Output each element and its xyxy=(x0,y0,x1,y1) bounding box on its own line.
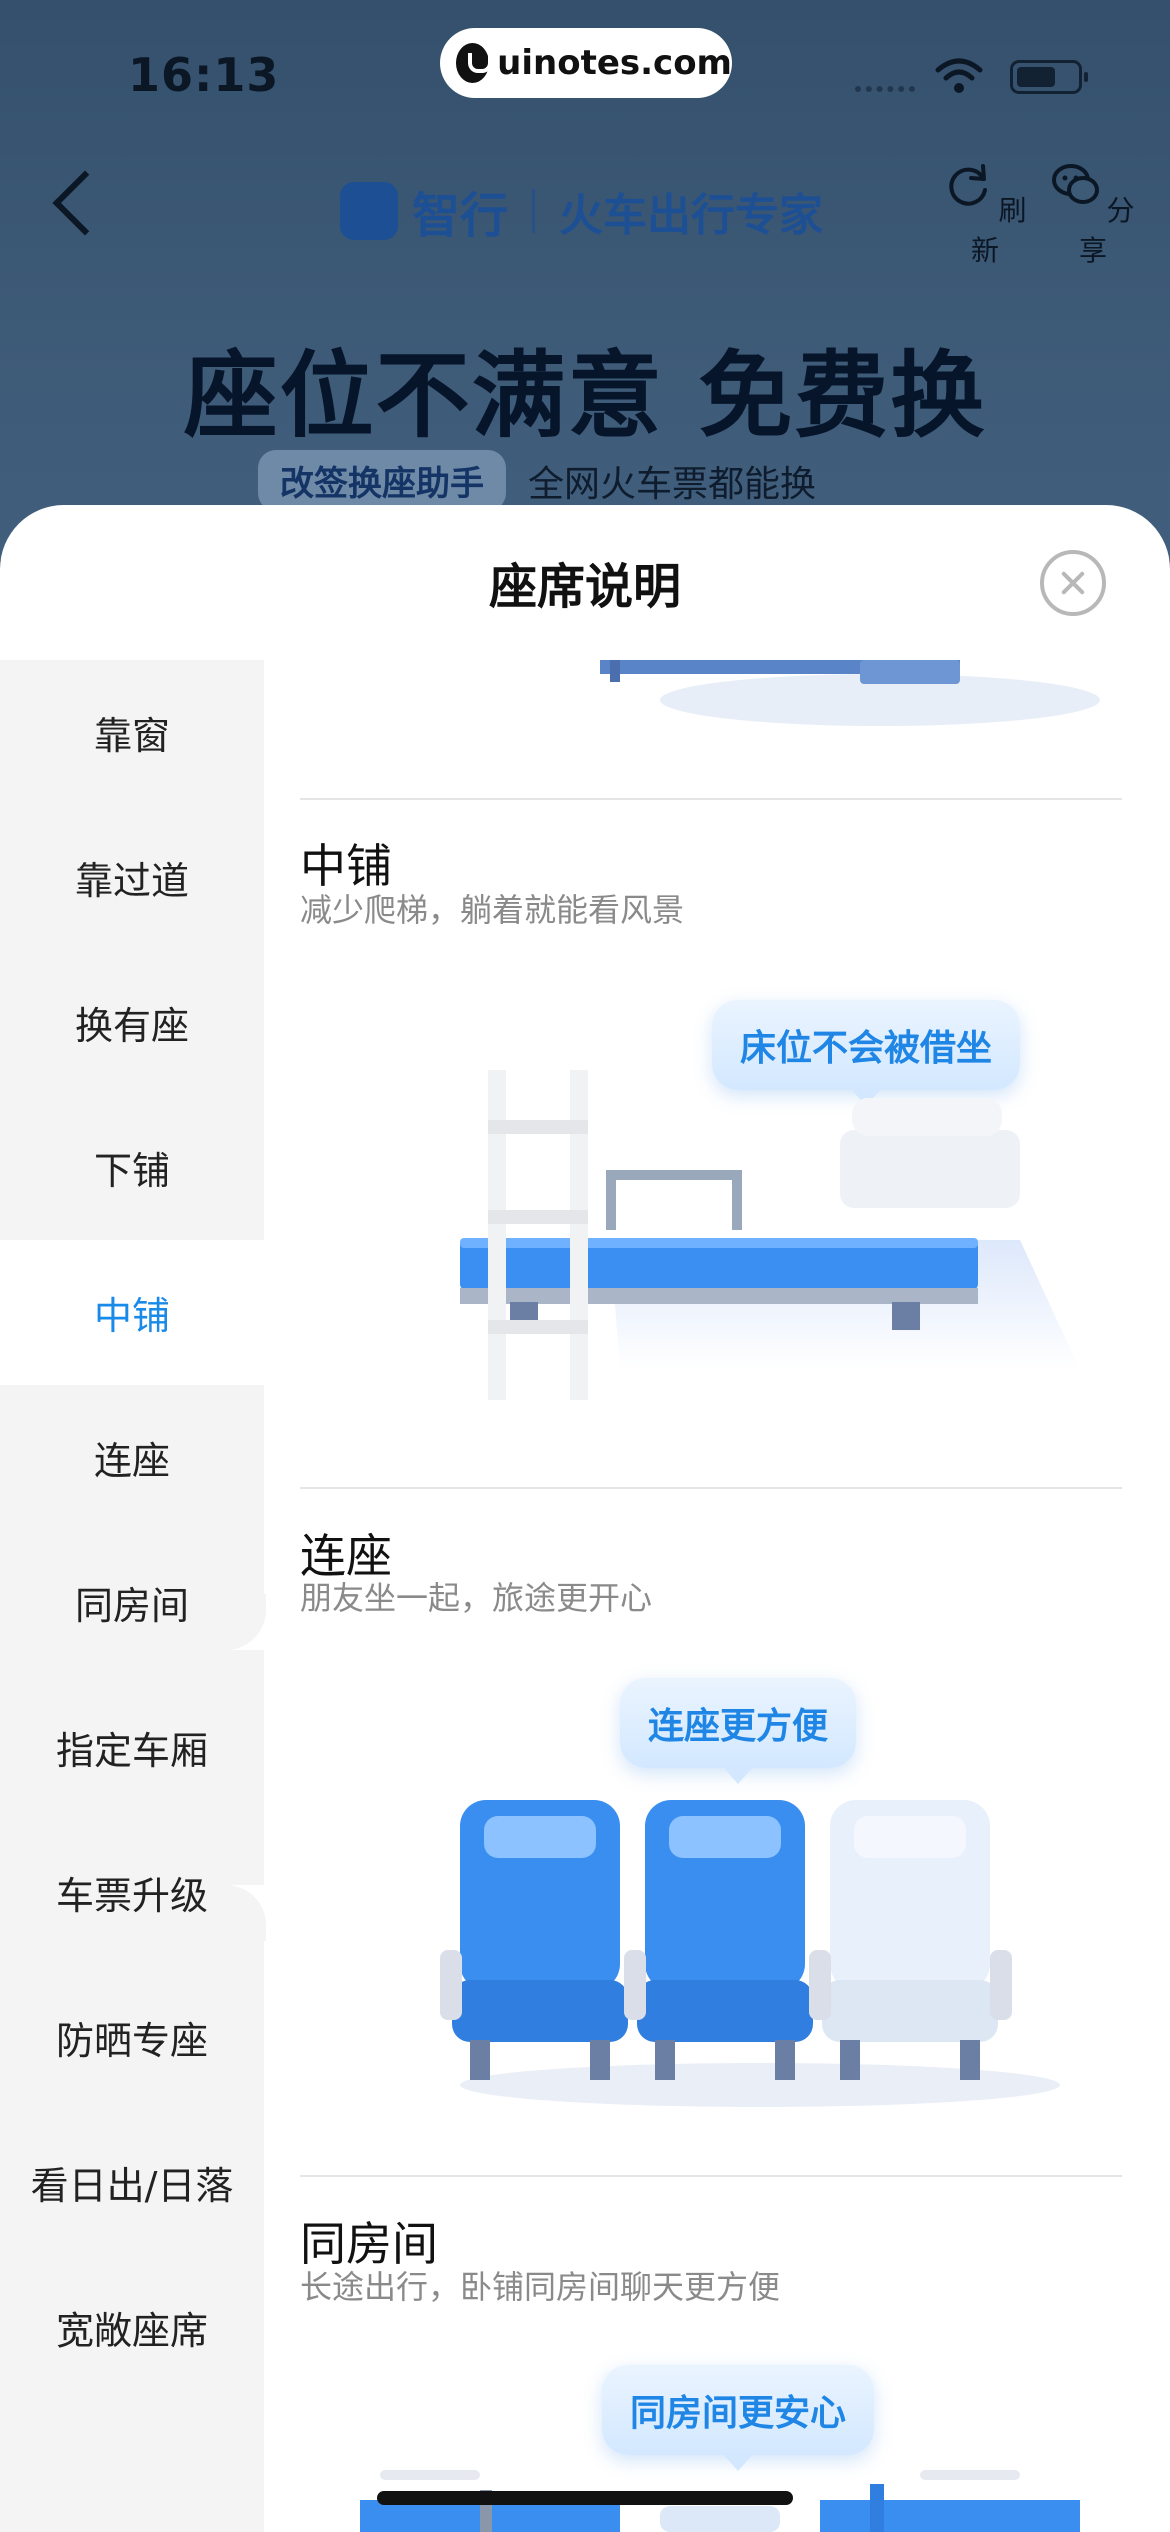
uinotes-logo-icon xyxy=(456,43,493,83)
adjacent-seats-illustration xyxy=(440,1800,1060,2107)
section-divider xyxy=(300,1487,1122,1489)
sidebar-item-designated-car[interactable]: 指定车厢 xyxy=(0,1675,264,1820)
sidebar-item-get-seat[interactable]: 换有座 xyxy=(0,950,264,1095)
sidebar-item-window[interactable]: 靠窗 xyxy=(0,660,264,805)
brand-name: 智行 xyxy=(412,188,509,244)
share-button[interactable]: 分享 xyxy=(1043,160,1143,269)
banner-subtext: 全网火车票都能换 xyxy=(528,463,817,505)
banner-subline: 改签换座助手 全网火车票都能换 xyxy=(258,450,816,511)
sidebar-corner xyxy=(210,1885,266,1941)
cellular-signal-icon xyxy=(855,86,915,94)
sidebar-item-adjacent-seats[interactable]: 连座 xyxy=(0,1385,264,1530)
sidebar-corner xyxy=(210,1594,266,1650)
sidebar-item-aisle[interactable]: 靠过道 xyxy=(0,805,264,950)
banner-chip: 改签换座助手 xyxy=(258,450,506,511)
bubble-same-room: 同房间更安心 xyxy=(602,2365,875,2471)
back-chevron-icon[interactable] xyxy=(52,170,118,236)
battery-icon xyxy=(1010,60,1088,94)
close-icon[interactable] xyxy=(1040,550,1106,616)
middle-berth-illustration xyxy=(460,1070,1080,1400)
sidebar-item-spacious-seat[interactable]: 宽敞座席 xyxy=(0,2255,264,2400)
bubble-adjacent-seats: 连座更方便 xyxy=(620,1678,857,1784)
status-time: 16:13 xyxy=(128,48,280,102)
sidebar-item-middle-berth[interactable]: 中铺 xyxy=(0,1240,264,1385)
section-desc-middle-berth: 减少爬梯，躺着就能看风景 xyxy=(300,891,685,929)
section-desc-adjacent-seats: 朋友坐一起，旅途更开心 xyxy=(300,1579,653,1617)
refresh-button[interactable]: 刷新 xyxy=(935,160,1035,269)
wechat-icon xyxy=(1052,164,1100,204)
brand-tagline: 火车出行专家 xyxy=(559,190,824,241)
section-divider xyxy=(300,2175,1122,2177)
seat-info-sheet: 座席说明 靠窗 靠过道 换有座 下铺 中铺 连座 同房间 指定车厢 车票升级 防… xyxy=(0,505,1170,2532)
sheet-title: 座席说明 xyxy=(488,559,681,615)
section-divider xyxy=(300,798,1122,800)
sidebar-item-sunrise-sunset[interactable]: 看日出/日落 xyxy=(0,2110,264,2255)
brand-header: 智行 火车出行专家 xyxy=(340,176,823,246)
wifi-icon xyxy=(935,58,983,93)
sidebar-item-lower-berth[interactable]: 下铺 xyxy=(0,1095,264,1240)
banner-headline: 座位不满意 免费换 xyxy=(183,342,987,451)
seat-detail-content: 中铺 减少爬梯，躺着就能看风景 床位不会被借坐 连座 朋友坐一起，旅途更开心 连… xyxy=(300,660,1122,2532)
url-text: uinotes.com xyxy=(497,43,732,83)
brand-divider xyxy=(532,189,536,233)
background-page: 16:13 uinotes.com 智行 火车出行专家 刷新 分享 座位不满意 … xyxy=(0,0,1170,560)
url-pill: uinotes.com xyxy=(440,28,732,98)
zhixing-logo-icon xyxy=(340,182,398,240)
lower-berth-illustration xyxy=(600,660,1100,726)
refresh-icon xyxy=(949,164,988,206)
section-desc-same-room: 长途出行，卧铺同房间聊天更方便 xyxy=(300,2268,781,2306)
home-indicator xyxy=(377,2491,793,2505)
sidebar-item-sun-shade[interactable]: 防晒专座 xyxy=(0,1965,264,2110)
